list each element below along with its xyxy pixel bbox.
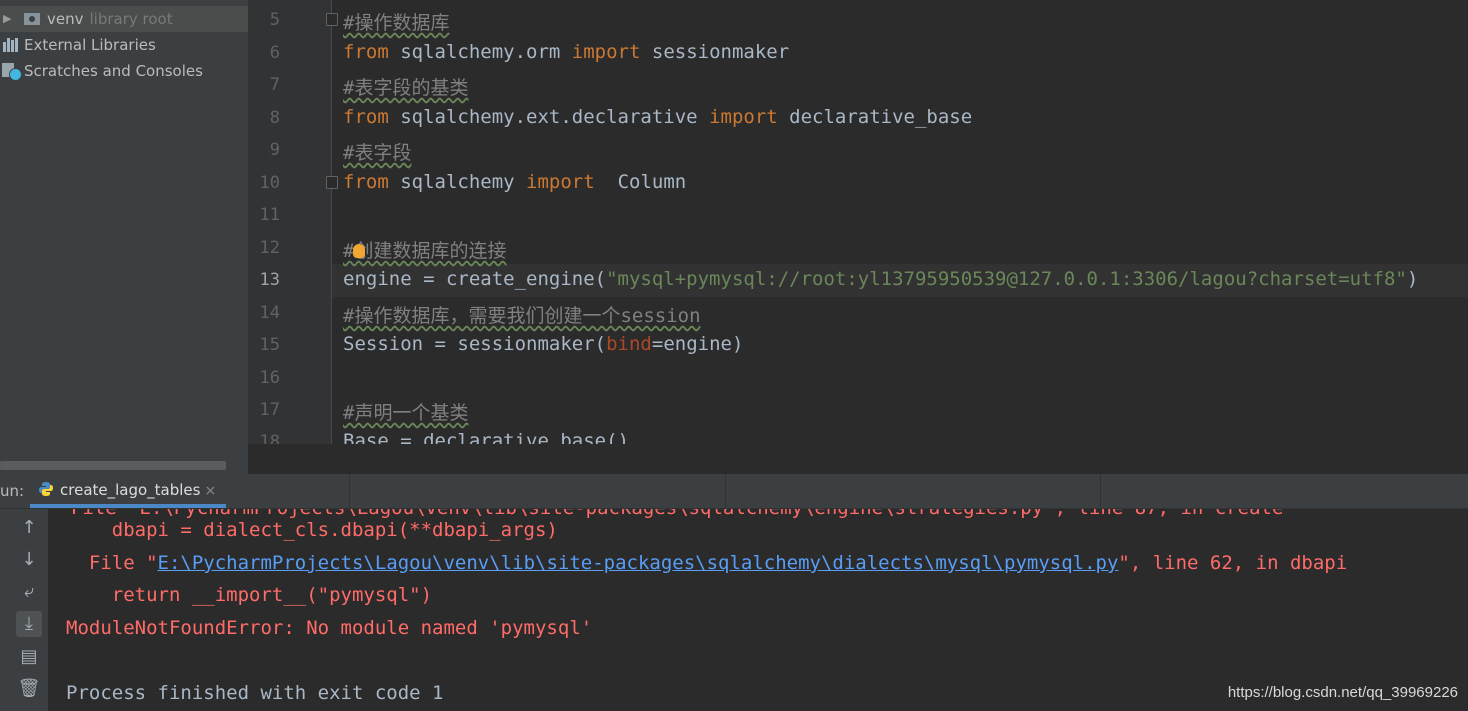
tree-item-label: Scratches and Consoles (24, 62, 203, 80)
code-line: from sqlalchemy.orm import sessionmaker (343, 41, 790, 63)
console-line: File "E:\PycharmProjects\Lagou\venv\lib\… (48, 509, 1284, 519)
code-line: #表字段的基类 (343, 77, 469, 99)
arrow-down-icon[interactable]: ↓ (16, 547, 42, 573)
line-number: 11 (259, 205, 280, 225)
arrow-up-icon[interactable]: ↑ (16, 515, 42, 541)
lightbulb-icon[interactable] (353, 244, 365, 258)
run-toolbar: ↑ ↓ ⤶ ⤓ ▤ 🗑 (0, 509, 48, 711)
expand-arrow-icon[interactable]: ▶ (3, 6, 11, 32)
line-number: 17 (259, 400, 280, 420)
project-tree: ▶ venv library root External Libraries Sc… (0, 0, 248, 474)
code-line: Session = sessionmaker(bind=engine) (343, 333, 744, 355)
tree-item-scratches[interactable]: Scratches and Consoles (0, 58, 248, 84)
line-number: 6 (269, 43, 280, 63)
tree-item-venv[interactable]: ▶ venv library root (0, 6, 248, 32)
watermark-url: https://blog.csdn.net/qq_39969226 (1227, 684, 1458, 701)
line-number: 15 (259, 335, 280, 355)
gutter-divider (331, 0, 332, 444)
trash-icon[interactable]: 🗑 (16, 676, 42, 702)
code-line: #声明一个基类 (343, 402, 469, 424)
code-line: from sqlalchemy.ext.declarative import d… (343, 106, 973, 128)
tab-separator (349, 474, 350, 508)
file-path-link[interactable]: E:\PycharmProjects\Lagou\venv\lib\site-p… (158, 552, 1119, 574)
line-number: 5 (269, 10, 280, 30)
horizontal-scrollbar[interactable] (0, 461, 226, 470)
tab-separator (1100, 474, 1101, 508)
library-icon (3, 38, 20, 52)
line-number: 18 (259, 432, 280, 444)
close-tab-icon[interactable]: × (204, 483, 216, 499)
tree-item-label: External Libraries (24, 36, 156, 54)
console-output[interactable]: File "E:\PycharmProjects\Lagou\venv\lib\… (48, 509, 1468, 711)
fold-marker-icon[interactable] (326, 176, 338, 189)
code-line: #操作数据库 (343, 12, 450, 34)
scroll-to-end-icon[interactable]: ⤓ (16, 611, 42, 637)
run-tool-window-header: un: create_lago_tables × (0, 474, 1468, 509)
line-number: 13 (259, 270, 280, 290)
console-line: dbapi = dialect_cls.dbapi(**dbapi_args) (66, 519, 558, 541)
error-message: ModuleNotFoundError: No module named 'py… (66, 617, 593, 639)
line-number: 10 (259, 173, 280, 193)
code-line: #表字段 (343, 142, 412, 164)
tab-separator (725, 474, 726, 508)
library-root-hint: library root (89, 10, 173, 28)
print-icon[interactable]: ▤ (16, 644, 42, 670)
code-editor[interactable]: 5 6 7 8 9 10 11 12 13 14 15 16 17 18 #操作… (248, 0, 1468, 444)
python-icon (39, 482, 53, 496)
line-number: 8 (269, 108, 280, 128)
run-tab-label: create_lago_tables (60, 481, 201, 499)
line-number: 9 (269, 140, 280, 160)
line-number: 7 (269, 75, 280, 95)
line-number: 16 (259, 368, 280, 388)
code-line: #操作数据库，需要我们创建一个session (343, 305, 701, 327)
console-line: return __import__("pymysql") (66, 584, 433, 606)
code-line: from sqlalchemy import Column (343, 171, 687, 193)
code-line: Base = declarative_base() (343, 430, 629, 444)
code-line: #创建数据库的连接 (343, 240, 507, 262)
fold-marker-icon[interactable] (326, 13, 338, 26)
exit-code-message: Process finished with exit code 1 (66, 682, 444, 704)
folder-icon (24, 13, 40, 25)
editor-footer (248, 444, 1468, 474)
run-tab-create-lago-tables[interactable]: create_lago_tables × (30, 474, 227, 508)
line-number: 12 (259, 238, 280, 258)
line-number: 14 (259, 303, 280, 323)
console-line: File "E:\PycharmProjects\Lagou\venv\lib\… (66, 552, 1348, 574)
soft-wrap-icon[interactable]: ⤶ (16, 579, 42, 605)
code-line-current: engine = create_engine("mysql+pymysql://… (343, 268, 1419, 290)
tree-item-label: venv library root (47, 10, 173, 28)
run-label: un: (0, 482, 25, 500)
scratches-icon (2, 63, 22, 81)
tree-item-external-libraries[interactable]: External Libraries (0, 32, 248, 58)
